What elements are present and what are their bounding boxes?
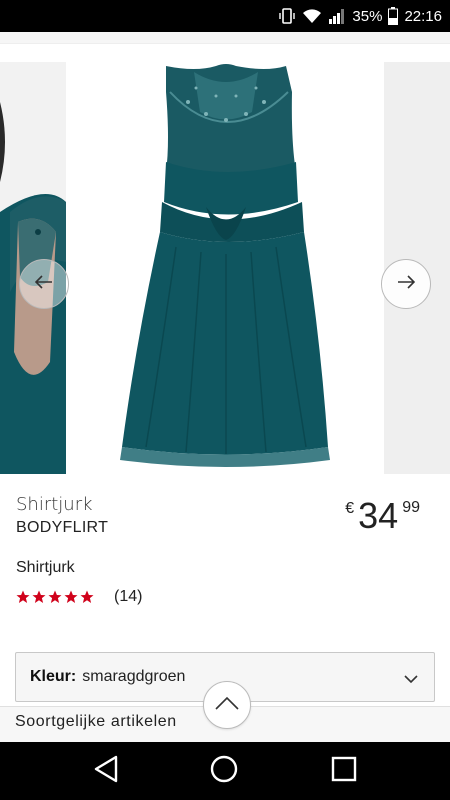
star-icon	[32, 590, 46, 603]
home-circle-icon	[210, 755, 238, 788]
star-icon	[16, 590, 30, 603]
recents-button[interactable]	[329, 756, 359, 786]
scroll-to-top-button[interactable]	[203, 681, 251, 729]
vibrate-icon	[278, 7, 296, 25]
top-strip	[0, 32, 450, 44]
color-label: Kleur:	[30, 668, 77, 685]
product-image-main	[66, 62, 422, 474]
color-value: smaragdgroen	[82, 668, 186, 685]
price-currency: €	[345, 500, 355, 517]
rating-stars	[16, 590, 94, 604]
battery-icon	[388, 7, 399, 25]
star-icon	[48, 590, 62, 603]
product-type: Shirtjurk	[16, 494, 93, 515]
price-cents: 99	[402, 499, 420, 516]
arrow-left-icon	[34, 274, 53, 294]
android-nav-bar	[0, 742, 450, 800]
chevron-up-icon	[215, 696, 239, 715]
back-button[interactable]	[91, 755, 121, 788]
rating-count[interactable]: (14)	[114, 588, 142, 606]
price-main: 34	[358, 495, 399, 536]
product-image-carousel[interactable]	[0, 62, 450, 474]
home-button[interactable]	[209, 755, 239, 788]
wifi-icon	[302, 8, 322, 24]
signal-icon	[328, 8, 346, 24]
similar-articles-title: Soortgelijke artikelen	[15, 713, 177, 730]
star-icon	[64, 590, 78, 603]
star-icon	[80, 590, 94, 603]
battery-percent: 35%	[352, 7, 383, 25]
carousel-prev-button[interactable]	[19, 259, 69, 309]
recents-square-icon	[331, 756, 357, 787]
product-price: € 34 99	[345, 496, 420, 536]
product-subtitle: Shirtjurk	[16, 559, 75, 576]
carousel-next-button[interactable]	[381, 259, 431, 309]
back-triangle-icon	[93, 755, 119, 788]
status-icons: 35% 22:16	[278, 0, 442, 32]
chevron-down-icon	[404, 671, 418, 689]
status-time: 22:16	[404, 7, 442, 25]
product-rating[interactable]: (14)	[16, 588, 142, 606]
status-bar: 35% 22:16	[0, 0, 450, 32]
arrow-right-icon	[397, 274, 416, 294]
product-brand[interactable]: BODYFLIRT	[16, 519, 108, 537]
